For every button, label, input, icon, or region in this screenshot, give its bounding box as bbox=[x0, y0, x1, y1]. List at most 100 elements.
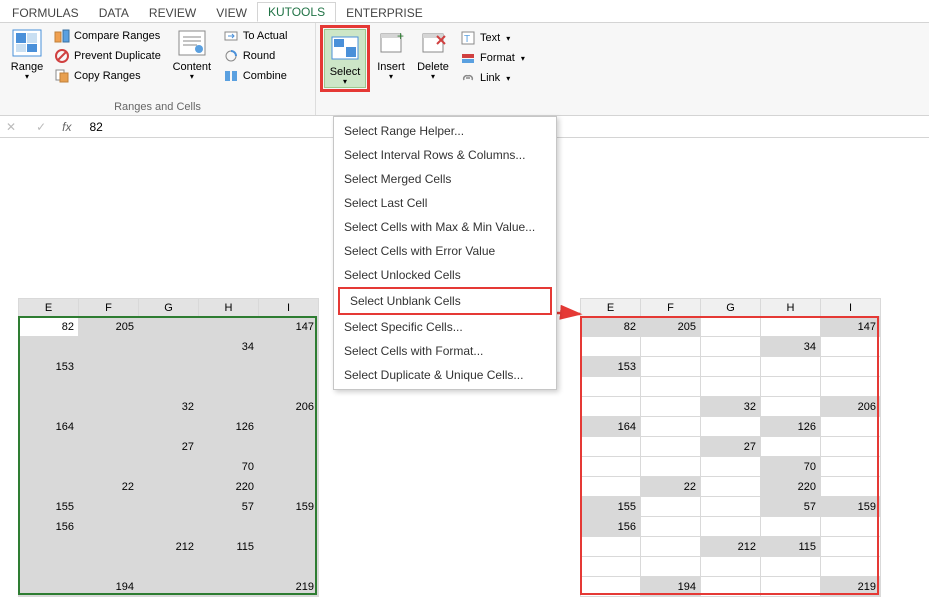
cell[interactable] bbox=[761, 357, 821, 377]
cell[interactable] bbox=[259, 337, 319, 357]
formula-value[interactable]: 82 bbox=[89, 120, 102, 134]
cell[interactable]: 205 bbox=[641, 317, 701, 337]
cell[interactable] bbox=[19, 397, 79, 417]
cell[interactable]: 206 bbox=[821, 397, 881, 417]
cell[interactable] bbox=[19, 337, 79, 357]
cell[interactable]: 159 bbox=[259, 497, 319, 517]
cell[interactable]: 126 bbox=[199, 417, 259, 437]
cell[interactable] bbox=[821, 557, 881, 577]
cancel-icon[interactable]: ✕ bbox=[2, 120, 20, 134]
cell[interactable] bbox=[701, 497, 761, 517]
menu-max-min[interactable]: Select Cells with Max & Min Value... bbox=[334, 215, 556, 239]
cell[interactable] bbox=[641, 417, 701, 437]
tab-data[interactable]: DATA bbox=[89, 4, 139, 22]
cell[interactable] bbox=[139, 557, 199, 577]
link-button[interactable]: Link▾ bbox=[458, 69, 527, 87]
cell[interactable] bbox=[641, 497, 701, 517]
cell[interactable] bbox=[79, 397, 139, 417]
cell[interactable] bbox=[701, 417, 761, 437]
cell[interactable] bbox=[761, 577, 821, 597]
cell[interactable]: 22 bbox=[79, 477, 139, 497]
cell[interactable]: 32 bbox=[139, 397, 199, 417]
cell[interactable] bbox=[701, 457, 761, 477]
cell[interactable] bbox=[701, 477, 761, 497]
cell[interactable] bbox=[761, 397, 821, 417]
col-header[interactable]: H bbox=[761, 299, 821, 317]
cell[interactable] bbox=[259, 557, 319, 577]
cell[interactable]: 205 bbox=[79, 317, 139, 337]
confirm-icon[interactable]: ✓ bbox=[32, 120, 50, 134]
cell[interactable] bbox=[199, 317, 259, 337]
cell[interactable] bbox=[581, 397, 641, 417]
col-header[interactable]: F bbox=[79, 299, 139, 317]
col-header[interactable]: G bbox=[139, 299, 199, 317]
cell[interactable] bbox=[139, 417, 199, 437]
cell[interactable] bbox=[139, 317, 199, 337]
cell[interactable] bbox=[761, 517, 821, 537]
cell[interactable] bbox=[79, 377, 139, 397]
cell[interactable]: 206 bbox=[259, 397, 319, 417]
cell[interactable] bbox=[821, 357, 881, 377]
cell[interactable] bbox=[641, 537, 701, 557]
cell[interactable] bbox=[641, 517, 701, 537]
cell[interactable] bbox=[821, 517, 881, 537]
cell[interactable] bbox=[199, 437, 259, 457]
cell[interactable] bbox=[641, 377, 701, 397]
cell[interactable] bbox=[79, 417, 139, 437]
spreadsheet-left[interactable]: EFGHI82205147341533220616412627702222015… bbox=[18, 298, 319, 597]
cell[interactable]: 153 bbox=[581, 357, 641, 377]
round-button[interactable]: Round bbox=[221, 47, 290, 65]
cell[interactable] bbox=[199, 577, 259, 597]
cell[interactable] bbox=[821, 537, 881, 557]
cell[interactable]: 57 bbox=[761, 497, 821, 517]
cell[interactable] bbox=[701, 517, 761, 537]
tab-formulas[interactable]: FORMULAS bbox=[2, 4, 89, 22]
cell[interactable] bbox=[259, 477, 319, 497]
cell[interactable]: 34 bbox=[199, 337, 259, 357]
cell[interactable]: 27 bbox=[701, 437, 761, 457]
cell[interactable] bbox=[581, 537, 641, 557]
cell[interactable] bbox=[19, 457, 79, 477]
cell[interactable] bbox=[761, 437, 821, 457]
cell[interactable] bbox=[19, 537, 79, 557]
menu-unblank[interactable]: Select Unblank Cells bbox=[338, 287, 552, 315]
cell[interactable]: 159 bbox=[821, 497, 881, 517]
cell[interactable] bbox=[821, 337, 881, 357]
cell[interactable]: 212 bbox=[139, 537, 199, 557]
cell[interactable] bbox=[139, 497, 199, 517]
cell[interactable]: 164 bbox=[19, 417, 79, 437]
range-button[interactable]: Range ▾ bbox=[6, 25, 48, 82]
cell[interactable]: 32 bbox=[701, 397, 761, 417]
fx-label[interactable]: fx bbox=[62, 120, 71, 134]
cell[interactable] bbox=[139, 357, 199, 377]
cell[interactable] bbox=[259, 437, 319, 457]
cell[interactable]: 220 bbox=[761, 477, 821, 497]
menu-range-helper[interactable]: Select Range Helper... bbox=[334, 119, 556, 143]
col-header[interactable]: F bbox=[641, 299, 701, 317]
cell[interactable] bbox=[79, 537, 139, 557]
cell[interactable] bbox=[259, 537, 319, 557]
to-actual-button[interactable]: To Actual bbox=[221, 27, 290, 45]
cell[interactable] bbox=[761, 557, 821, 577]
col-header[interactable]: H bbox=[199, 299, 259, 317]
format-button[interactable]: Format▾ bbox=[458, 49, 527, 67]
cell[interactable]: 220 bbox=[199, 477, 259, 497]
cell[interactable] bbox=[821, 477, 881, 497]
cell[interactable] bbox=[581, 457, 641, 477]
cell[interactable] bbox=[641, 437, 701, 457]
cell[interactable]: 155 bbox=[581, 497, 641, 517]
cell[interactable] bbox=[701, 357, 761, 377]
cell[interactable] bbox=[641, 557, 701, 577]
cell[interactable] bbox=[701, 557, 761, 577]
cell[interactable] bbox=[701, 577, 761, 597]
col-header[interactable]: E bbox=[19, 299, 79, 317]
cell[interactable] bbox=[79, 557, 139, 577]
cell[interactable] bbox=[139, 377, 199, 397]
cell[interactable]: 27 bbox=[139, 437, 199, 457]
insert-button[interactable]: + Insert ▾ bbox=[370, 25, 412, 82]
menu-error-value[interactable]: Select Cells with Error Value bbox=[334, 239, 556, 263]
cell[interactable]: 194 bbox=[641, 577, 701, 597]
cell[interactable] bbox=[259, 377, 319, 397]
menu-dup-unique[interactable]: Select Duplicate & Unique Cells... bbox=[334, 363, 556, 387]
col-header[interactable]: I bbox=[259, 299, 319, 317]
